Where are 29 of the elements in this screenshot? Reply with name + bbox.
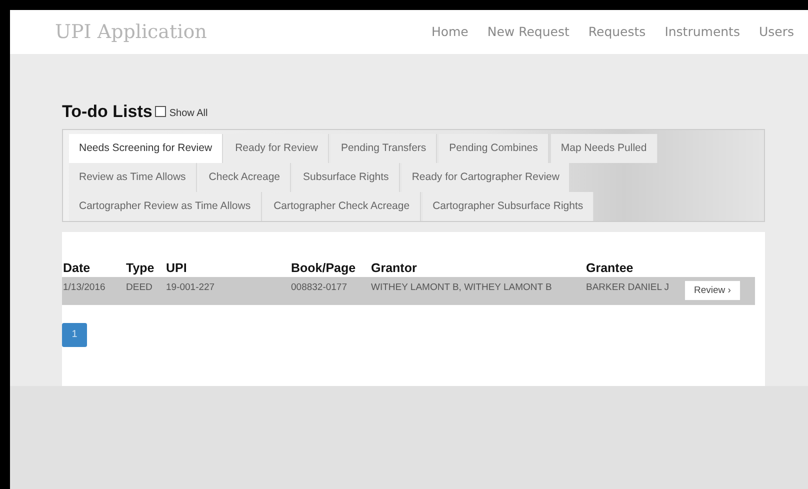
nav-link[interactable]: Instruments: [664, 24, 740, 40]
nav-link[interactable]: New Request: [487, 24, 570, 40]
table-cell: BARKER DANIEL J: [585, 276, 683, 305]
tab[interactable]: Ready for Cartographer Review: [402, 162, 570, 192]
tab[interactable]: Cartographer Subsurface Rights: [422, 192, 594, 221]
column-header: Type: [125, 260, 156, 277]
checkbox-label[interactable]: Show All: [169, 108, 208, 120]
column-header: Book/Page: [290, 260, 357, 277]
table-cell: 1/13/2016: [62, 276, 125, 305]
nav-link[interactable]: Users: [758, 24, 794, 40]
table-cell: 19-001-227: [165, 276, 290, 305]
tab[interactable]: Map Needs Pulled: [550, 134, 658, 163]
nav-link[interactable]: Requests: [588, 24, 646, 40]
tab[interactable]: Needs Screening for Review: [69, 134, 224, 163]
page-button[interactable]: 1: [62, 322, 87, 347]
page-heading: To-do Lists: [62, 102, 152, 122]
table-cell: DEED: [125, 276, 165, 305]
column-header: UPI: [165, 260, 188, 277]
checkbox[interactable]: [155, 106, 166, 118]
review-button[interactable]: Review ›: [685, 281, 740, 300]
column-header: Grantee: [585, 260, 634, 277]
nav-link[interactable]: Home: [431, 24, 468, 40]
table-cell: 008832-0177: [290, 276, 370, 305]
column-header: Grantor: [370, 260, 418, 277]
tab[interactable]: Pending Combines: [439, 134, 549, 163]
tab[interactable]: Review as Time Allows: [69, 162, 197, 192]
table-cell: WITHEY LAMONT B, WITHEY LAMONT B: [370, 276, 585, 305]
column-header: Date: [62, 260, 92, 277]
tab[interactable]: Cartographer Review as Time Allows: [69, 192, 262, 221]
